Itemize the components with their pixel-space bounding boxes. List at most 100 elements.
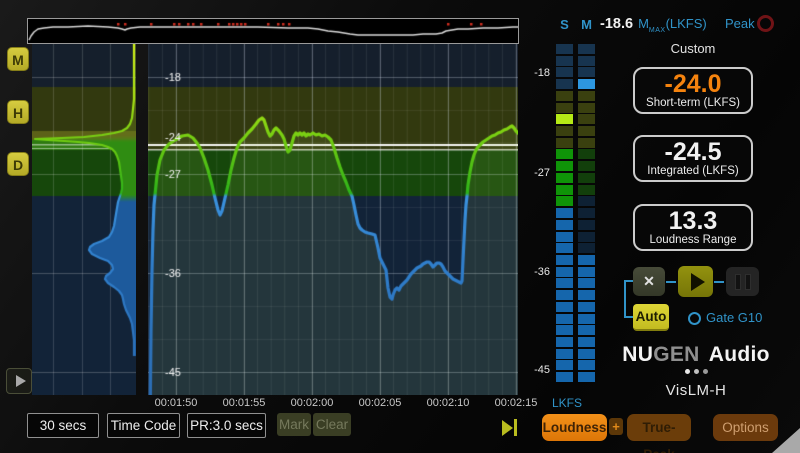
skip-to-end-button[interactable]: [502, 419, 517, 436]
preset-name[interactable]: Custom: [633, 41, 753, 56]
meter-segment: [556, 314, 573, 324]
integrated-label: Integrated (LKFS): [635, 165, 751, 178]
peak-label: Peak: [725, 16, 755, 31]
meter-segment: [556, 360, 573, 370]
loudness-distribution-panel: [32, 44, 136, 395]
short-term-readout[interactable]: -24.0 Short-term (LKFS): [633, 67, 753, 114]
meter-segment: [556, 243, 573, 253]
time-label: 00:02:15: [486, 397, 546, 409]
meter-segment: [556, 349, 573, 359]
meter-segment: [556, 255, 573, 265]
meter-segment: [556, 302, 573, 312]
meter-segment: [578, 302, 595, 312]
time-label: 00:01:50: [146, 397, 206, 409]
meter-segment: [578, 79, 595, 89]
dot[interactable]: [694, 369, 699, 374]
meter-segment: [556, 149, 573, 159]
meter-segment: [578, 126, 595, 136]
loudness-history-graph: [148, 44, 518, 395]
meter-segment: [556, 126, 573, 136]
mmax-sub-label: MAX: [649, 27, 666, 34]
meter-segment: [578, 114, 595, 124]
meter-segment: [578, 337, 595, 347]
meter-segment: [578, 290, 595, 300]
true-peak-tab[interactable]: True-Peak: [627, 414, 691, 441]
meter-segment: [556, 138, 573, 148]
meter-unit-label: LKFS: [547, 396, 587, 410]
meter-segment: [556, 56, 573, 66]
window-length-button[interactable]: 30 secs: [27, 413, 99, 438]
dot[interactable]: [685, 369, 690, 374]
meter-segment: [578, 314, 595, 324]
meter-segment: [578, 56, 595, 66]
meter-segment: [578, 67, 595, 77]
meter-segment: [578, 208, 595, 218]
meter-segment: [556, 103, 573, 113]
meter-segment: [556, 325, 573, 335]
meter-segment: [556, 185, 573, 195]
practical-range-button[interactable]: PR:3.0 secs: [187, 413, 266, 438]
momentary-mode-button[interactable]: M: [7, 47, 29, 71]
mmax-m-label: M: [638, 16, 649, 31]
meter-segment: [578, 103, 595, 113]
meter-segment: [556, 196, 573, 206]
integrated-readout[interactable]: -24.5 Integrated (LKFS): [633, 135, 753, 182]
timecode-button[interactable]: Time Code: [107, 413, 180, 438]
gate-label: Gate G10: [706, 310, 762, 325]
reset-button[interactable]: ✕: [633, 267, 665, 296]
split-view-button[interactable]: +: [609, 418, 623, 435]
transport-connector: [666, 281, 676, 283]
integrated-value: -24.5: [635, 139, 751, 165]
meter-segment: [578, 161, 595, 171]
meter-segment: [556, 220, 573, 230]
meter-segment: [578, 232, 595, 242]
peak-indicator-led[interactable]: [757, 15, 774, 32]
time-label: 00:02:10: [418, 397, 478, 409]
transport-connector: [714, 281, 724, 283]
pause-button[interactable]: [726, 267, 759, 296]
meter-segment: [578, 138, 595, 148]
clear-button[interactable]: Clear: [313, 413, 351, 436]
meter-segment: [556, 337, 573, 347]
loudness-overview-strip[interactable]: [27, 18, 519, 44]
loudness-tab[interactable]: Loudness: [542, 414, 607, 441]
time-label: 00:01:55: [214, 397, 274, 409]
options-button[interactable]: Options: [713, 414, 778, 441]
auto-button[interactable]: Auto: [633, 304, 669, 331]
meter-segment: [556, 278, 573, 288]
dot[interactable]: [703, 369, 708, 374]
meter-segment: [556, 44, 573, 54]
resize-handle[interactable]: [772, 428, 800, 453]
distribution-mode-button[interactable]: D: [7, 152, 29, 176]
play-button[interactable]: [678, 266, 713, 297]
meter-segment: [556, 91, 573, 101]
pause-icon: [735, 274, 741, 290]
time-label: 00:02:05: [350, 397, 410, 409]
meter-segment: [578, 185, 595, 195]
auto-link-line: [624, 280, 633, 282]
mmax-unit-label: (LKFS): [666, 16, 707, 31]
meter-segment: [578, 255, 595, 265]
meter-segment: [578, 360, 595, 370]
gate-indicator[interactable]: [688, 312, 701, 325]
mmax-value: -18.6: [600, 16, 633, 32]
momentary-meter-label: M: [578, 17, 595, 32]
play-icon: [16, 375, 26, 387]
meter-segment: [578, 173, 595, 183]
loudness-range-readout[interactable]: 13.3 Loudness Range: [633, 204, 753, 251]
short-term-value: -24.0: [635, 71, 751, 97]
history-mode-button[interactable]: H: [7, 100, 29, 124]
meter-segment: [556, 267, 573, 277]
meter-segment: [556, 208, 573, 218]
meter-scale-label: -27: [520, 167, 550, 179]
meter-segment: [556, 372, 573, 382]
meter-segment: [578, 220, 595, 230]
meter-scale-label: -45: [520, 364, 550, 376]
mark-button[interactable]: Mark: [277, 413, 311, 436]
meter-segment: [578, 149, 595, 159]
play-icon: [691, 273, 705, 291]
page-dots[interactable]: [613, 369, 779, 374]
meter-segment: [578, 243, 595, 253]
history-scroll-button[interactable]: [6, 368, 32, 394]
meter-segment: [556, 114, 573, 124]
